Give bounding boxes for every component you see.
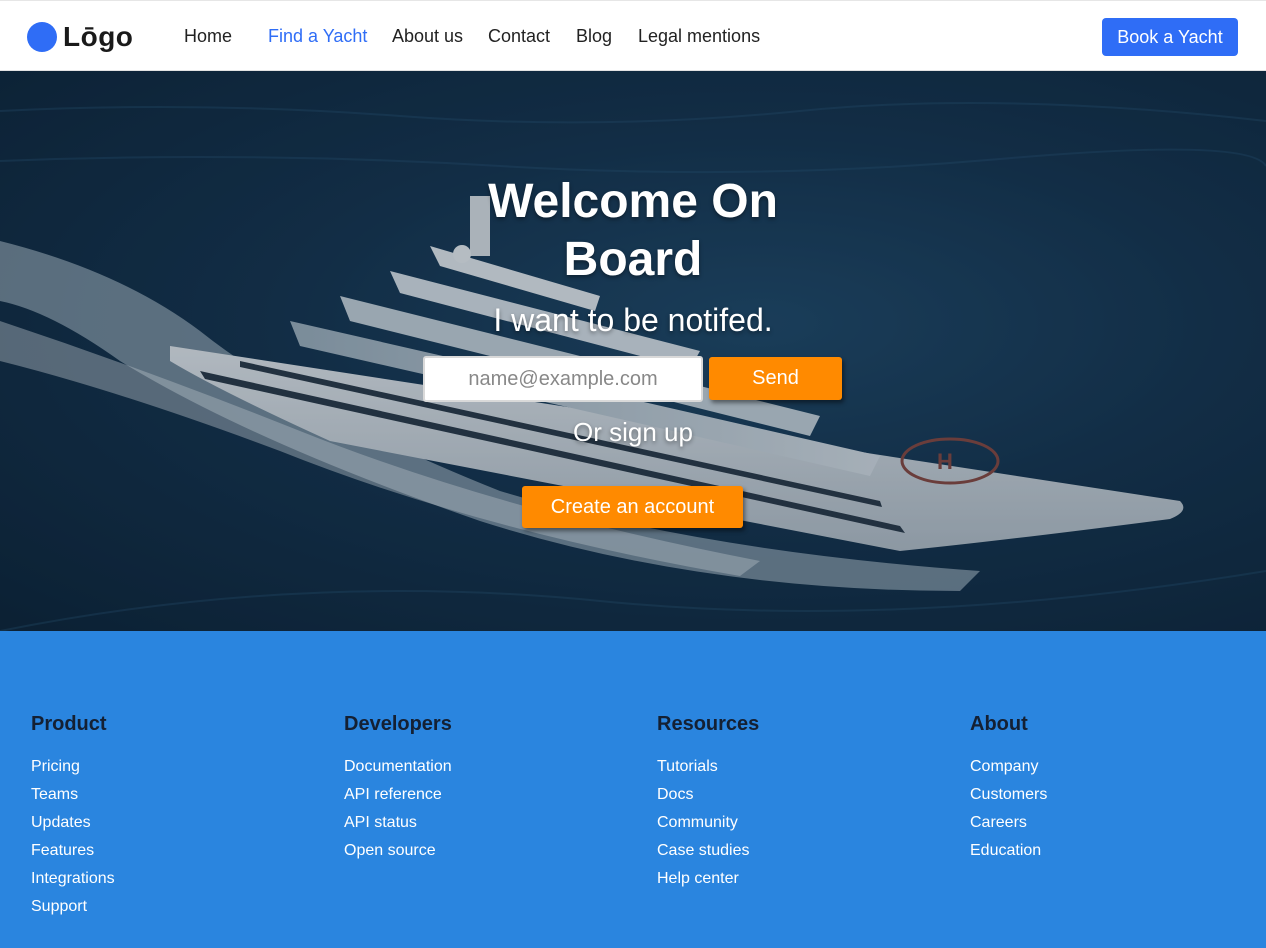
hero-subtitle: I want to be notifed. <box>493 302 773 338</box>
footer-link-community[interactable]: Community <box>657 809 957 837</box>
nav-links: Home Find a Yacht About us Contact Blog … <box>0 1 1266 72</box>
book-a-yacht-button[interactable]: Book a Yacht <box>1102 18 1238 56</box>
footer-link-education[interactable]: Education <box>970 837 1266 865</box>
footer-link-api-reference[interactable]: API reference <box>344 781 644 809</box>
nav-link-find-a-yacht[interactable]: Find a Yacht <box>268 26 367 47</box>
footer-link-updates[interactable]: Updates <box>31 809 331 837</box>
nav-link-legal-mentions[interactable]: Legal mentions <box>638 26 760 47</box>
footer-column-developers: Developers Documentation API reference A… <box>344 713 644 865</box>
footer-column-about: About Company Customers Careers Educatio… <box>970 713 1266 865</box>
top-navbar: Lōgo Home Find a Yacht About us Contact … <box>0 0 1266 71</box>
footer-link-customers[interactable]: Customers <box>970 781 1266 809</box>
footer-column-title: Resources <box>657 713 760 735</box>
nav-link-about-us[interactable]: About us <box>392 26 463 47</box>
footer-link-features[interactable]: Features <box>31 837 331 865</box>
hero-title-line2: Board <box>563 233 703 286</box>
nav-link-contact[interactable]: Contact <box>488 26 550 47</box>
footer-link-api-status[interactable]: API status <box>344 809 644 837</box>
footer-column-resources: Resources Tutorials Docs Community Case … <box>657 713 957 893</box>
footer-column-title: Developers <box>344 713 452 735</box>
send-button[interactable]: Send <box>709 357 842 400</box>
footer-link-docs[interactable]: Docs <box>657 781 957 809</box>
create-account-button[interactable]: Create an account <box>522 486 743 528</box>
footer-link-help-center[interactable]: Help center <box>657 865 957 893</box>
footer-link-support[interactable]: Support <box>31 893 331 921</box>
footer-link-pricing[interactable]: Pricing <box>31 753 331 781</box>
hero-section: H Welcome On Board I want to be notifed.… <box>0 71 1266 631</box>
footer-link-company[interactable]: Company <box>970 753 1266 781</box>
footer-link-tutorials[interactable]: Tutorials <box>657 753 957 781</box>
hero-overlay <box>0 71 1266 631</box>
footer-column-product: Product Pricing Teams Updates Features I… <box>31 713 331 921</box>
or-sign-up-text: Or sign up <box>573 417 693 447</box>
hero-title-line1: Welcome On <box>488 175 778 228</box>
footer-column-title: Product <box>31 713 107 735</box>
footer-link-open-source[interactable]: Open source <box>344 837 644 865</box>
footer-link-documentation[interactable]: Documentation <box>344 753 644 781</box>
footer-link-careers[interactable]: Careers <box>970 809 1266 837</box>
nav-link-blog[interactable]: Blog <box>576 26 612 47</box>
footer: Product Pricing Teams Updates Features I… <box>0 631 1266 948</box>
footer-link-teams[interactable]: Teams <box>31 781 331 809</box>
footer-link-case-studies[interactable]: Case studies <box>657 837 957 865</box>
footer-link-integrations[interactable]: Integrations <box>31 865 331 893</box>
email-input[interactable] <box>423 356 703 402</box>
nav-link-home[interactable]: Home <box>184 26 232 47</box>
footer-column-title: About <box>970 713 1028 735</box>
hero-title: Welcome On Board <box>433 173 833 289</box>
